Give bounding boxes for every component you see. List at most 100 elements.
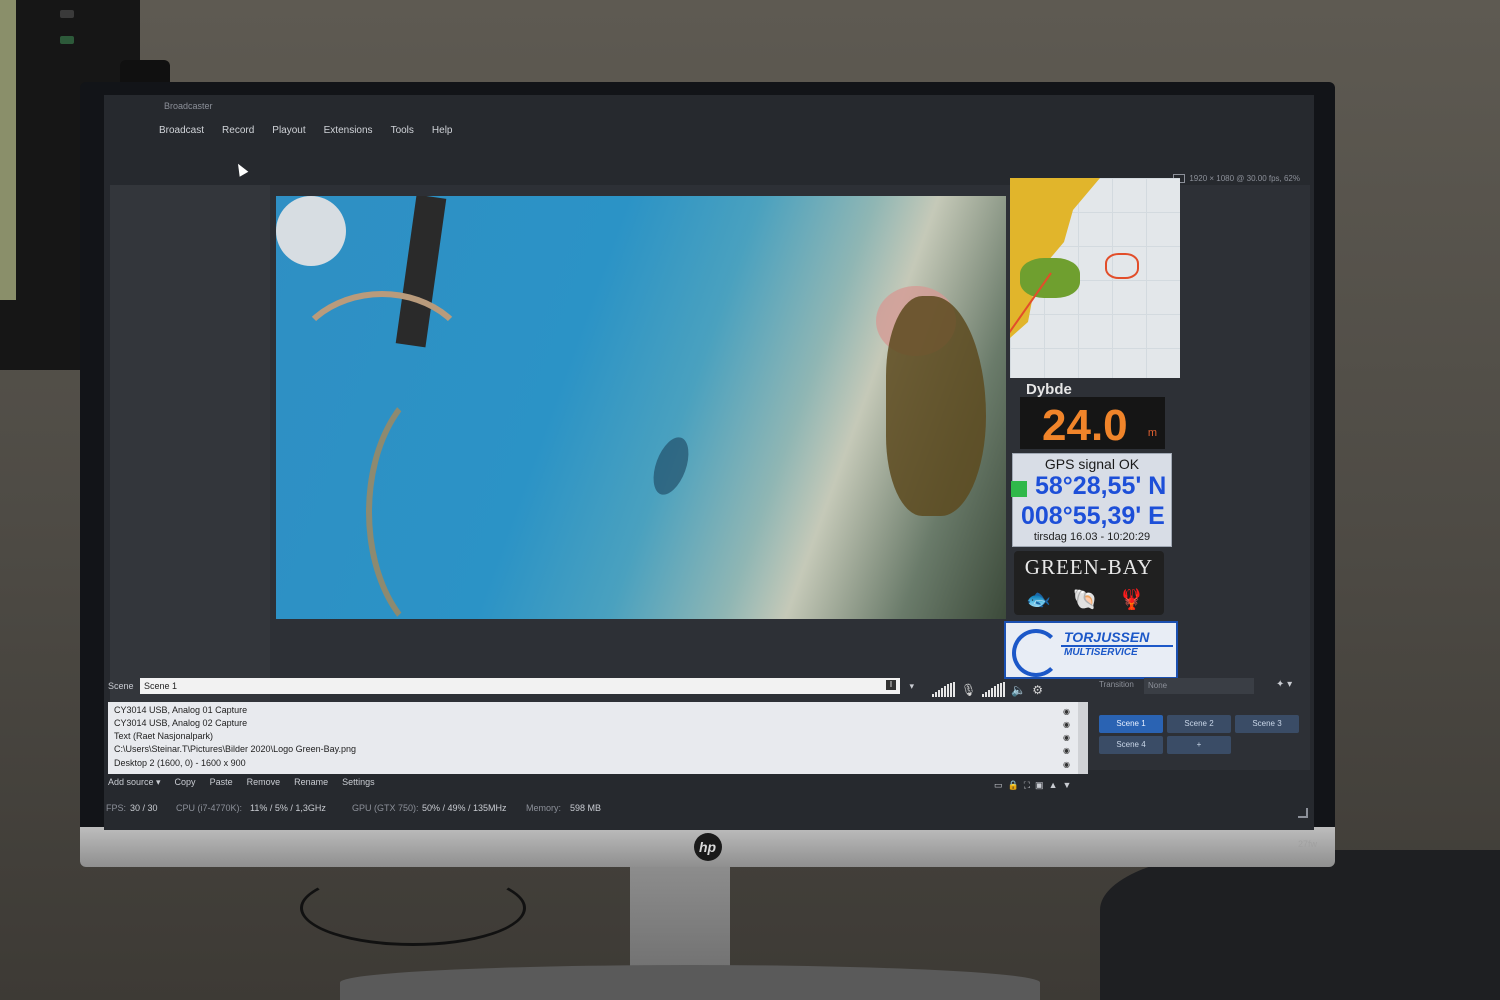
memory-value: 598 MB [570, 803, 602, 813]
scene-row: Scene Scene 1 I ▾ 🎙 🔈 ⚙ Transition None … [104, 678, 1314, 697]
output-resolution: 1920 × 1080 @ 30.00 fps, 62% [1189, 174, 1300, 183]
map-park [1020, 258, 1080, 298]
mic-volume-meter[interactable] [982, 682, 1006, 697]
visibility-eye-icon[interactable]: ◉ [1063, 733, 1073, 743]
source-toolbar: Add source ▾ Copy Paste Remove Rename Se… [108, 777, 1088, 791]
depth-label: Dybde [1026, 381, 1072, 398]
transition-label: Transition [1099, 680, 1134, 689]
transition-settings-icon[interactable]: ✦ ▾ [1276, 679, 1292, 690]
remove-button[interactable]: Remove [247, 777, 281, 791]
scene-2-button[interactable]: Scene 2 [1167, 715, 1231, 733]
logo-name: TORJUSSEN [1064, 629, 1150, 645]
scene-selected: Scene 1 [144, 681, 178, 691]
side-device-led [60, 36, 74, 44]
brand-name: GREEN-BAY [1024, 555, 1154, 579]
copy-button[interactable]: Copy [175, 777, 196, 791]
menu-help[interactable]: Help [432, 125, 453, 136]
resize-grip-icon[interactable] [1298, 808, 1308, 818]
source-order-tools: ▭ 🔒 ⛶ ▣ ▲ ▼ [994, 780, 1071, 791]
settings-button[interactable]: Settings [342, 777, 375, 791]
sources-scrollbar[interactable] [1078, 702, 1088, 774]
mouse-cursor-icon [233, 161, 249, 177]
output-info[interactable]: 1920 × 1080 @ 30.00 fps, 62% [1173, 174, 1300, 183]
menu-playout[interactable]: Playout [272, 125, 305, 136]
logo-sub: MULTISERVICE [1064, 647, 1138, 658]
scene-label: Scene [108, 681, 134, 691]
audio-controls: 🎙 🔈 ⚙ [932, 682, 1043, 697]
menu-tools[interactable]: Tools [391, 125, 414, 136]
hp-logo: hp [693, 833, 722, 861]
visibility-eye-icon[interactable]: ◉ [1063, 720, 1073, 730]
gpu-value: 50% / 49% / 135MHz [422, 803, 507, 813]
source-item[interactable]: Text (Raet Nasjonalpark) [114, 730, 213, 743]
transition-selected: None [1148, 681, 1168, 690]
rope [366, 376, 538, 619]
fit-icon[interactable]: ⛶ [1024, 780, 1030, 791]
rov-frame [276, 196, 346, 266]
lock-icon[interactable]: 🔒 [1008, 780, 1019, 791]
move-up-icon[interactable]: ▲ [1049, 780, 1058, 791]
cable [300, 870, 526, 946]
source-item[interactable]: CY3014 USB, Analog 02 Capture [114, 717, 247, 730]
move-down-icon[interactable]: ▼ [1062, 780, 1071, 791]
visibility-eye-icon[interactable]: ◉ [1063, 746, 1073, 756]
swirl-icon [1012, 629, 1060, 677]
kelp [886, 296, 986, 516]
monitor-model: 27fw [1297, 839, 1317, 849]
add-scene-button[interactable]: + [1167, 736, 1231, 754]
rename-button[interactable]: Rename [294, 777, 328, 791]
desktop-volume-meter[interactable] [932, 682, 955, 697]
status-bar: FPS: 30 / 30 CPU (i7-4770K): 11% / 5% / … [104, 800, 1314, 816]
gps-status: GPS signal OK [1044, 456, 1140, 472]
source-item[interactable]: C:\Users\Steinar.T\Pictures\Bilder 2020\… [114, 743, 356, 756]
scene-4-button[interactable]: Scene 4 [1099, 736, 1163, 754]
depth-unit: m [1147, 427, 1157, 439]
paste-button[interactable]: Paste [210, 777, 233, 791]
menu-record[interactable]: Record [222, 125, 254, 136]
side-device-screen [0, 0, 16, 300]
chevron-down-icon[interactable]: ▾ [909, 678, 914, 694]
scene-3-button[interactable]: Scene 3 [1235, 715, 1299, 733]
speaker-icon[interactable]: 🔈 [1011, 683, 1026, 697]
broadcaster-window: Broadcaster Broadcast Record Playout Ext… [104, 95, 1314, 830]
nautical-map [1010, 178, 1180, 378]
menu-extensions[interactable]: Extensions [324, 125, 373, 136]
monitor-stand-base [340, 965, 1040, 1000]
gpu-label: GPU (GTX 750): [352, 803, 419, 813]
monitor-chin: hp 27fw [80, 827, 1335, 867]
menu-broadcast[interactable]: Broadcast [159, 125, 204, 136]
menu-bar: Broadcast Record Playout Extensions Tool… [159, 125, 453, 136]
window-title: Broadcaster [164, 101, 213, 111]
depth-display: 24.0 m [1020, 397, 1165, 450]
underwater-video-feed [276, 196, 1006, 619]
gps-ok-indicator [1011, 481, 1027, 497]
green-bay-logo: GREEN-BAY 🐟 🐚 🦞 [1014, 551, 1164, 615]
visibility-eye-icon[interactable]: ◉ [1063, 760, 1073, 770]
source-item[interactable]: Desktop 2 (1600, 0) - 1600 x 900 [114, 757, 246, 770]
torjussen-logo: TORJUSSEN MULTISERVICE [1004, 621, 1178, 679]
gps-longitude: 008°55,39' E [1021, 502, 1165, 530]
fps-value: 30 / 30 [130, 803, 158, 813]
scene-select[interactable]: Scene 1 I ▾ [140, 678, 914, 694]
gps-panel: GPS signal OK 58°28,55' N 008°55,39' E t… [1011, 453, 1172, 547]
desk-object [1100, 850, 1500, 1000]
sources-list[interactable]: CY3014 USB, Analog 01 Capture CY3014 USB… [108, 702, 1088, 774]
gps-latitude: 58°28,55' N [1035, 472, 1167, 500]
center-icon[interactable]: ▣ [1035, 780, 1044, 791]
depth-value: 24.0 [1042, 401, 1128, 450]
edit-scene-icon[interactable]: I [886, 680, 896, 690]
scene-1-button[interactable]: Scene 1 [1099, 715, 1163, 733]
source-item[interactable]: CY3014 USB, Analog 01 Capture [114, 704, 247, 717]
microphone-icon[interactable]: 🎙 [961, 683, 976, 697]
fps-label: FPS: [106, 803, 127, 813]
fish-shell-lobster-icon: 🐟 🐚 🦞 [1026, 589, 1152, 611]
gear-icon[interactable]: ⚙ [1032, 683, 1043, 697]
side-device-button [60, 10, 74, 18]
visibility-eye-icon[interactable]: ◉ [1063, 707, 1073, 717]
folder-icon[interactable]: ▭ [994, 780, 1003, 791]
cpu-label: CPU (i7-4770K): [176, 803, 243, 813]
add-source-button[interactable]: Add source ▾ [108, 777, 161, 791]
transition-select[interactable]: None [1144, 678, 1254, 694]
memory-label: Memory: [526, 803, 562, 813]
fish [646, 432, 696, 500]
